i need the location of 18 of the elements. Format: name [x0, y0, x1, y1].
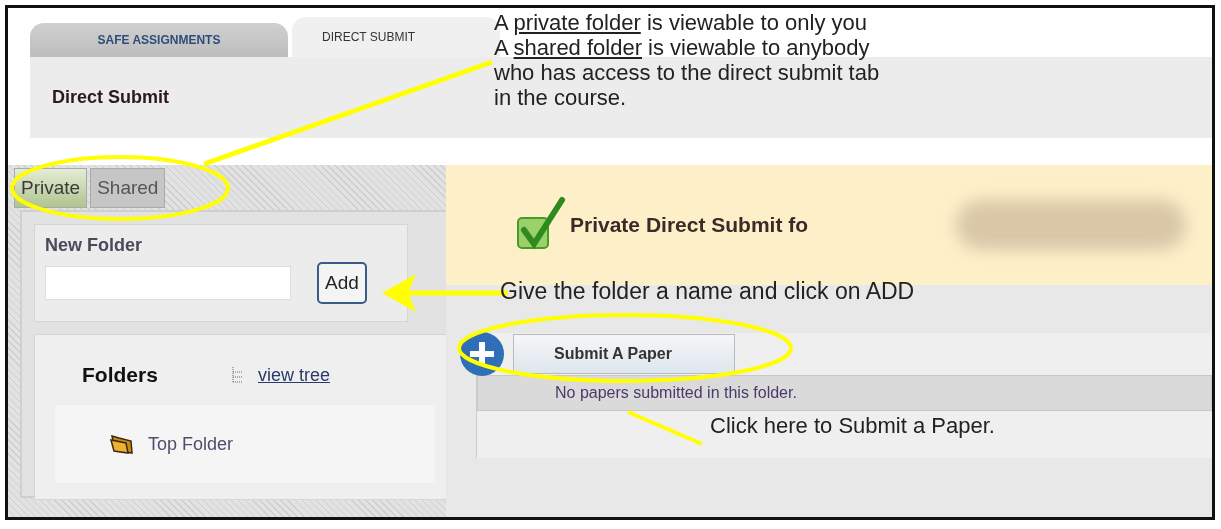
section-heading: Private Direct Submit fo: [570, 213, 809, 237]
folder-name-field[interactable]: [45, 266, 291, 300]
add-button[interactable]: Add: [317, 262, 367, 304]
folders-heading: Folders: [82, 363, 159, 387]
page-title: Direct Submit: [52, 87, 170, 108]
folder-icon: [110, 434, 134, 454]
view-tree-link[interactable]: view tree: [258, 364, 331, 386]
empty-message: No papers submitted in this folder.: [555, 384, 797, 402]
annotation-text: Click here to Submit a Paper.: [710, 413, 995, 438]
annotation-text: Give the folder a name and click on ADD: [500, 279, 915, 304]
tab[interactable]: SAFE ASSIGNMENTS: [30, 23, 288, 57]
folder-tab[interactable]: Shared: [90, 168, 166, 208]
tree-icon: [232, 367, 244, 383]
new-folder-label: New Folder: [45, 235, 143, 256]
folder-item[interactable]: Top Folder: [148, 433, 234, 455]
plus-icon: [459, 331, 505, 377]
submit-paper-button[interactable]: Submit A Paper: [513, 334, 735, 374]
folder-tab[interactable]: Private: [14, 168, 88, 208]
